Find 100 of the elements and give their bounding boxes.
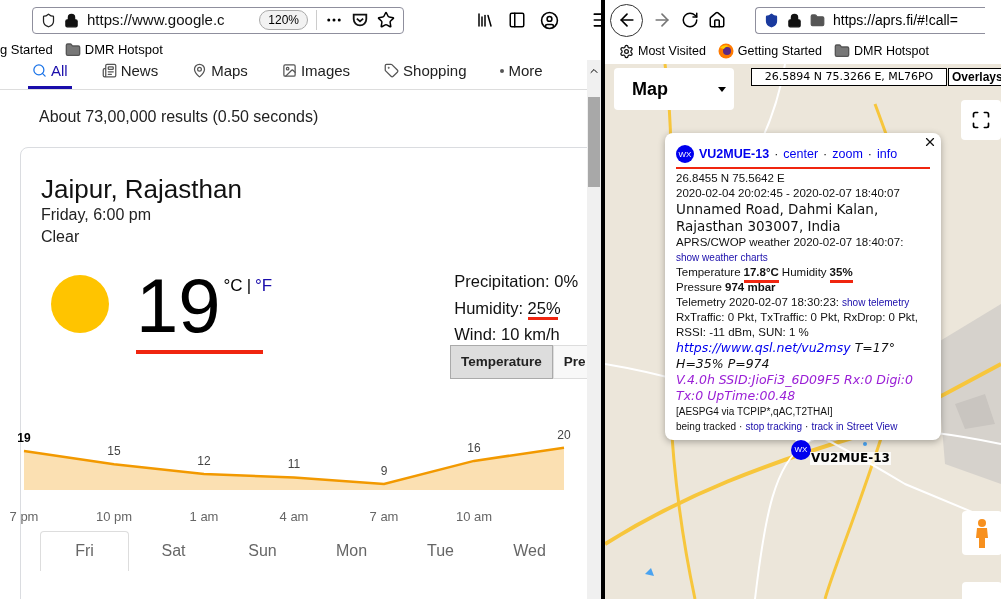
weather-time: Friday, 6:00 pm (41, 205, 152, 225)
data-label: 16 (467, 439, 481, 457)
sidebar-icon[interactable] (508, 11, 526, 29)
axis-label: 10 am (455, 508, 493, 526)
marker-label: VU2MUE-13 (810, 452, 891, 465)
callsign-link[interactable]: VU2MUE-13 (699, 146, 770, 162)
folder-icon (833, 43, 850, 59)
day-tab[interactable]: Fri (40, 531, 129, 571)
data-label: 20 (557, 426, 571, 444)
search-tab[interactable]: More (496, 59, 547, 89)
results-count: About 73,00,000 results (0.50 seconds) (39, 107, 320, 127)
tracking-link[interactable]: stop tracking (745, 419, 803, 434)
reload-icon[interactable] (681, 11, 699, 29)
separator-dot: · (805, 420, 809, 434)
scrollbar[interactable] (587, 60, 601, 599)
scroll-thumb[interactable] (588, 97, 600, 187)
bookmark-item[interactable]: DMR Hotspot (833, 41, 929, 61)
status-text: V.4.0h SSID:JioFi3_6D09F5 Rx:0 Digi:0 Tx:0 UpTime:00.48 (676, 372, 914, 404)
comment-text: https://www.qsl.net/vu2msy T=17° H=35% P=974 (676, 340, 896, 372)
fullscreen-button[interactable] (961, 100, 1001, 140)
map-type-dropdown[interactable]: Map (614, 68, 734, 110)
search-tab[interactable]: Shopping (380, 59, 471, 89)
weather-detail: Humidity: 25% (454, 294, 579, 321)
caret-icon (718, 86, 726, 92)
day-tab[interactable]: Sat (129, 531, 218, 571)
axis-label: 1 am (189, 508, 219, 526)
pin-icon (192, 63, 208, 79)
lock-icon (787, 12, 802, 28)
address-text: Unnamed Road, Dahmi Kalan, Rajasthan 303007, India (676, 201, 880, 235)
url-text: https://aprs.fi/#!call= (833, 10, 958, 30)
search-tab[interactable]: News (97, 59, 163, 89)
home-icon[interactable] (708, 11, 726, 29)
day-tab[interactable]: Mon (307, 531, 396, 571)
day-tab[interactable]: Wed (485, 531, 574, 571)
telemetry-link[interactable]: show telemetry (842, 295, 910, 310)
url-field[interactable]: https://www.google.c 120% (32, 6, 404, 34)
lock-icon (64, 12, 79, 28)
reading-value: 35% (829, 265, 853, 280)
reading-value: 17.8°C (743, 265, 779, 280)
weather-charts-link[interactable]: show weather charts (676, 252, 768, 263)
temperature-value: 19 (136, 270, 221, 342)
reading-label: Humidity (781, 265, 827, 280)
shield-icon[interactable] (764, 12, 779, 28)
bookmark-item[interactable]: DMR Hotspot (64, 40, 163, 60)
coordinates-display: 26.5894 N 75.3266 E, ML76PO (751, 68, 947, 86)
bookmark-item[interactable]: Getting Started (717, 41, 822, 61)
comment-link[interactable]: https://www.qsl.net/vu2msy (676, 340, 851, 355)
tag-icon (384, 63, 400, 79)
person-icon (975, 518, 989, 548)
star-icon[interactable] (377, 11, 395, 29)
url-text: https://www.google.c (87, 9, 225, 30)
search-tab[interactable]: Images (277, 59, 355, 89)
popup-link[interactable]: info (877, 146, 898, 162)
sun-icon (51, 275, 109, 333)
gear-icon (619, 43, 634, 59)
search-tab[interactable]: Maps (188, 59, 252, 89)
data-label: 12 (197, 453, 211, 471)
data-label: 19 (17, 430, 31, 447)
bookmark-item[interactable]: Most Visited (619, 41, 706, 61)
axis-label: 4 am (279, 508, 309, 526)
pocket-icon[interactable] (351, 11, 369, 29)
popup-link[interactable]: center (783, 146, 819, 162)
library-icon[interactable] (476, 11, 494, 29)
telemetry-text: RxTraffic: 0 Pkt, TxTraffic: 0 Pkt, RxDrop: 0 Pkt, RSSI: -11 dBm, SUN: 1 % (676, 310, 919, 340)
day-tab[interactable]: Tue (396, 531, 485, 571)
folder-icon (64, 42, 81, 58)
tab-icon (810, 12, 825, 28)
period-text: 2020-02-04 20:02:45 - 2020-02-07 18:40:07 (676, 186, 901, 201)
separator-dot: · (774, 146, 779, 162)
separator-dot: · (823, 146, 828, 162)
mode-tab[interactable]: Temperature (450, 345, 553, 379)
data-label: 9 (380, 463, 388, 480)
path-text: [AESPG4 via TCPIP*,qAC,T2THAI] (676, 405, 834, 419)
position-text: 26.8455 N 75.5642 E (676, 171, 786, 186)
close-button[interactable] (923, 135, 937, 149)
separator-dot: · (739, 420, 743, 434)
tracking-link[interactable]: track in Street View (811, 419, 898, 434)
telemetry-heading: Telemetry 2020-02-07 18:30:23: (676, 295, 840, 310)
reading-value: 974 mbar (725, 280, 776, 295)
axis-label: 7 am (369, 508, 399, 526)
firefox-icon (717, 43, 734, 59)
zoom-badge[interactable]: 120% (259, 10, 308, 30)
weather-detail: Wind: 10 km/h (454, 324, 561, 345)
unit-link[interactable]: °F (255, 273, 273, 299)
fullscreen-icon (971, 110, 991, 130)
close-icon (923, 135, 937, 149)
mode-tab[interactable]: Pre (552, 345, 589, 379)
unit-separator: | (246, 275, 252, 297)
shield-icon[interactable] (41, 12, 56, 28)
separator-dot: · (867, 146, 872, 162)
unit-link[interactable]: °C (223, 273, 243, 299)
popup-link[interactable]: zoom (832, 146, 863, 162)
wx-symbol: WX (676, 145, 694, 163)
url-field[interactable]: https://aprs.fi/#!call= (755, 6, 985, 34)
search-tab[interactable]: All (28, 59, 72, 89)
bookmark-item[interactable]: g Started (0, 40, 53, 60)
account-icon[interactable] (540, 10, 559, 30)
image-icon (281, 63, 297, 79)
weather-condition: Clear (41, 227, 81, 247)
day-tab[interactable]: Sun (218, 531, 307, 571)
